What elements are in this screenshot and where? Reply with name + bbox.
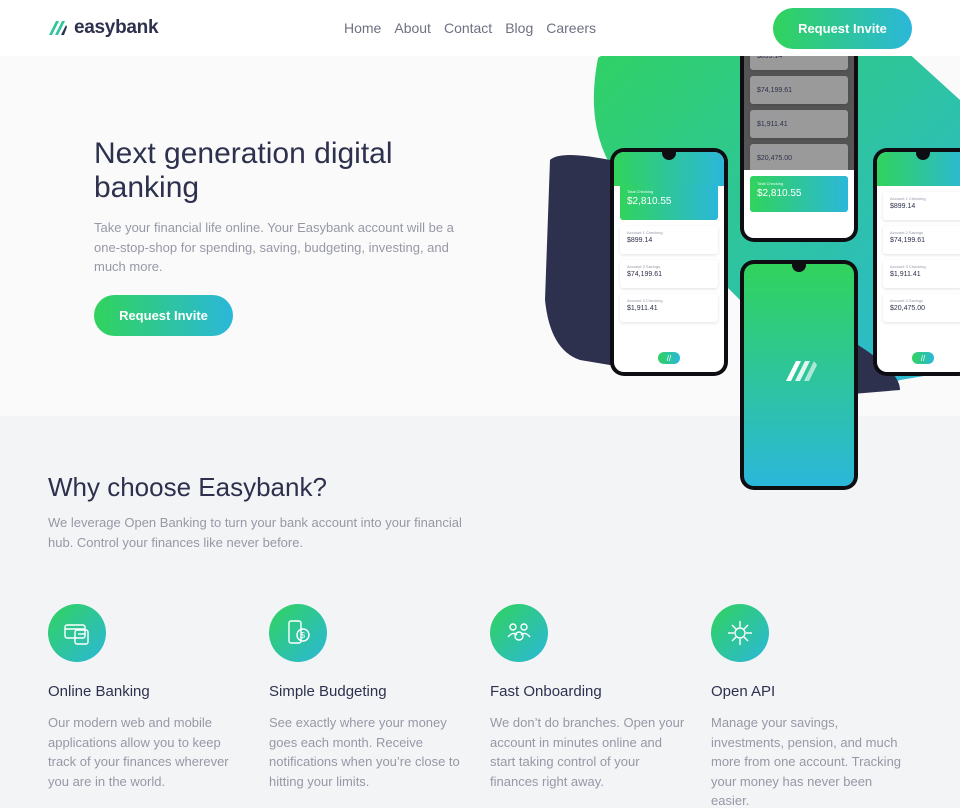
hero-section: Next generation digital banking Take you…: [0, 56, 960, 416]
nav-about[interactable]: About: [394, 20, 431, 36]
feature-simple-budgeting: $ Simple Budgeting See exactly where you…: [269, 604, 469, 791]
features-text: We leverage Open Banking to turn your ba…: [48, 515, 462, 550]
feature-title: Simple Budgeting: [269, 683, 387, 700]
feature-text: Our modern web and mobile applications a…: [48, 715, 229, 789]
nav-home[interactable]: Home: [344, 20, 381, 36]
header-request-invite-button[interactable]: Request Invite: [773, 8, 912, 49]
feature-open-api: Open API Manage your savings, investment…: [711, 604, 911, 808]
feature-text: See exactly where your money goes each m…: [269, 715, 460, 789]
feature-text: We don’t do branches. Open your account …: [490, 715, 685, 789]
onboarding-icon: [490, 604, 548, 662]
logo-text: easybank: [74, 17, 159, 38]
nav-contact[interactable]: Contact: [444, 20, 492, 36]
online-banking-icon: [48, 604, 106, 662]
feature-text: Manage your savings, investments, pensio…: [711, 715, 902, 808]
features-section: Why choose Easybank? We leverage Open Ba…: [0, 416, 960, 808]
site-header: easybank Home About Contact Blog Careers…: [0, 0, 960, 56]
svg-text:$: $: [301, 631, 306, 640]
hero-text: Take your financial life online. Your Ea…: [94, 220, 454, 274]
api-icon: [711, 604, 769, 662]
nav-blog[interactable]: Blog: [505, 20, 533, 36]
logo[interactable]: easybank: [48, 17, 159, 39]
main-nav: Home About Contact Blog Careers: [344, 20, 596, 36]
feature-title: Online Banking: [48, 683, 150, 700]
features-title: Why choose Easybank?: [48, 472, 327, 502]
feature-title: Fast Onboarding: [490, 683, 602, 700]
hero-title: Next generation digital banking: [94, 137, 393, 204]
nav-careers[interactable]: Careers: [546, 20, 596, 36]
feature-online-banking: Online Banking Our modern web and mobile…: [48, 604, 248, 791]
feature-title: Open API: [711, 683, 776, 700]
hero-request-invite-button[interactable]: Request Invite: [94, 295, 233, 336]
logo-mark-icon: [49, 21, 67, 35]
budgeting-icon: $: [269, 604, 327, 662]
feature-fast-onboarding: Fast Onboarding We don’t do branches. Op…: [490, 604, 690, 791]
